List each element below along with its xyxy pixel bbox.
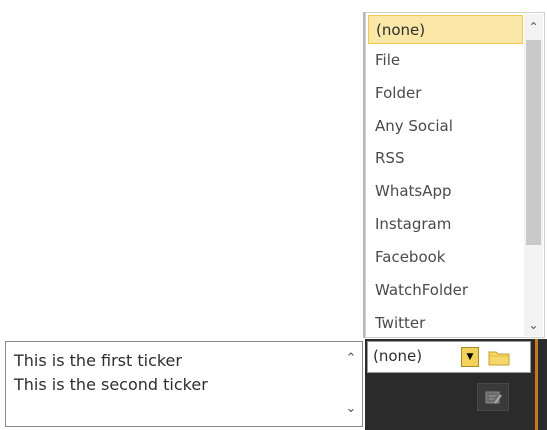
option-file[interactable]: File <box>368 46 523 75</box>
chevron-up-icon[interactable]: ⌃ <box>524 16 543 38</box>
folder-icon[interactable] <box>488 349 510 366</box>
source-type-combo[interactable]: (none) ▼ <box>367 341 531 373</box>
option-watchfolder[interactable]: WatchFolder <box>368 276 523 305</box>
dropdown-scrollbar[interactable]: ⌃ ⌄ <box>524 14 543 336</box>
option-none[interactable]: (none) <box>368 15 523 44</box>
chevron-down-icon[interactable]: ⌄ <box>340 398 362 420</box>
source-type-dropdown-list[interactable]: (none) File Folder Any Social RSS WhatsA… <box>365 12 545 338</box>
option-instagram[interactable]: Instagram <box>368 210 523 239</box>
ticker-line-1: This is the first ticker <box>14 351 182 370</box>
option-twitter[interactable]: Twitter <box>368 309 523 338</box>
chevron-up-icon[interactable]: ⌃ <box>340 348 362 370</box>
source-panel: (none) ▼ <box>365 339 547 430</box>
ticker-textbox[interactable]: This is the first ticker This is the sec… <box>5 341 363 427</box>
option-facebook[interactable]: Facebook <box>368 243 523 272</box>
chevron-down-icon[interactable]: ▼ <box>461 347 479 367</box>
edit-note-button[interactable] <box>477 383 509 411</box>
edit-note-icon <box>485 391 502 404</box>
option-whatsapp[interactable]: WhatsApp <box>368 177 523 206</box>
panel-accent-strip <box>535 339 538 430</box>
ticker-line-2: This is the second ticker <box>14 375 208 394</box>
ticker-scrollbar[interactable]: ⌃ ⌄ <box>340 342 362 426</box>
chevron-down-icon[interactable]: ⌄ <box>524 314 543 336</box>
option-rss[interactable]: RSS <box>368 144 523 173</box>
option-folder[interactable]: Folder <box>368 79 523 108</box>
dropdown-scroll-thumb[interactable] <box>526 40 541 245</box>
option-any-social[interactable]: Any Social <box>368 112 523 141</box>
combo-selected-value: (none) <box>373 347 423 365</box>
